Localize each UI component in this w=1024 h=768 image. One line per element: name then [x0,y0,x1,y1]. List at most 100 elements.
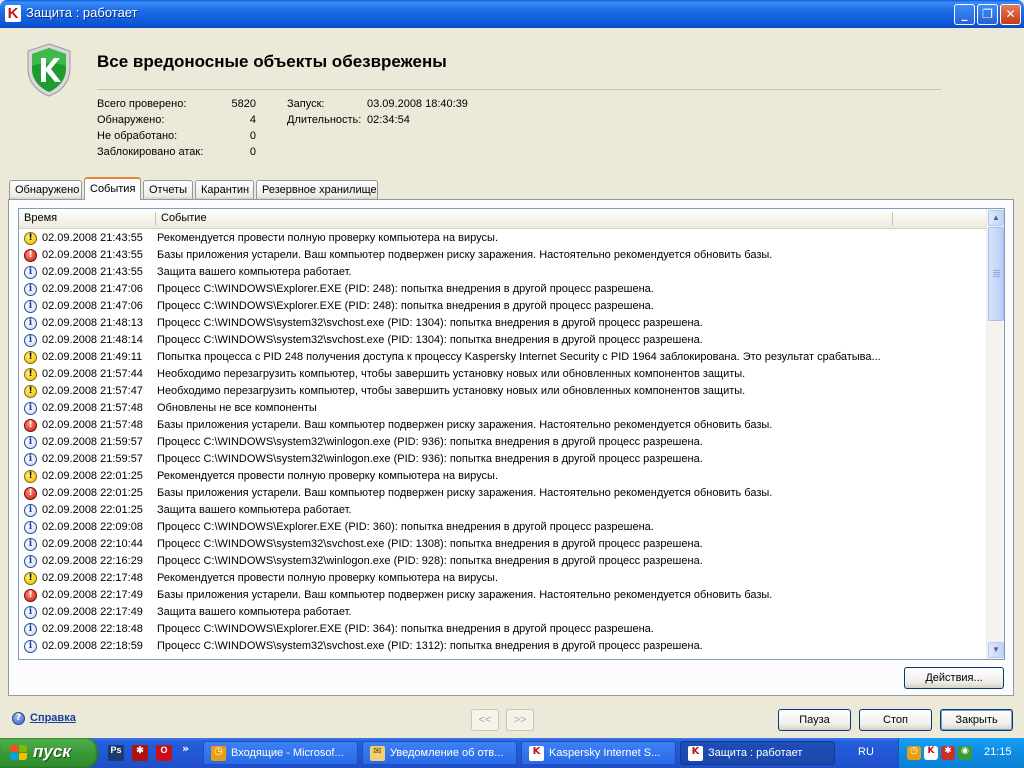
pause-button[interactable]: Пауза [778,709,851,731]
taskbar-button-label: Kaspersky Internet S... [549,747,661,759]
minimize-button[interactable]: _ [954,4,975,25]
clock-tray-icon[interactable]: ◷ [907,746,921,760]
tab-events[interactable]: События [84,177,141,200]
opera-icon[interactable]: O [156,745,172,761]
table-row[interactable]: ! 02.09.2008 22:01:25 Рекомендуется провес… [19,468,986,485]
table-row[interactable]: i 02.09.2008 22:09:08 Процесс C:\WINDOWS\E… [19,519,986,536]
table-row[interactable]: i 02.09.2008 21:47:06 Процесс C:\WINDOWS\E… [19,298,986,315]
column-separator[interactable] [892,212,893,226]
taskbar-button-label: Защита : работает [708,747,803,759]
close-window-button[interactable]: ✕ [1000,4,1021,25]
help-link[interactable]: Справка [30,712,76,724]
table-row[interactable]: i 02.09.2008 22:18:48 Процесс C:\WINDOWS\E… [19,621,986,638]
event-time: 02.09.2008 21:47:06 [42,300,143,312]
kaspersky-tray-icon[interactable]: K [924,746,938,760]
game-icon[interactable]: ✱ [132,745,148,761]
tab-quarantine[interactable]: Карантин [195,180,254,199]
photoshop-icon[interactable]: Ps [108,745,124,761]
error-icon: ! [24,487,37,500]
language-indicator[interactable]: RU [858,746,874,758]
table-row[interactable]: i 02.09.2008 22:17:49 Защита вашего компью… [19,604,986,621]
table-row[interactable]: ! 02.09.2008 21:43:55 Рекомендуется провес… [19,230,986,247]
table-row[interactable]: i 02.09.2008 21:48:13 Процесс C:\WINDOWS\s… [19,315,986,332]
table-row[interactable]: i 02.09.2008 21:57:48 Обновлены не все ко… [19,400,986,417]
event-text: Процесс C:\WINDOWS\system32\svchost.exe … [157,538,703,550]
table-row[interactable]: ! 02.09.2008 22:17:49 Базы приложения уста… [19,587,986,604]
table-row[interactable]: ! 02.09.2008 22:17:48 Рекомендуется провес… [19,570,986,587]
column-header-time[interactable]: Время [19,209,155,228]
help-icon[interactable]: ? [12,712,25,725]
stop-button[interactable]: Стоп [859,709,932,731]
info-icon: i [24,640,37,653]
table-row[interactable]: i 02.09.2008 21:43:55 Защита вашего компью… [19,264,986,281]
table-row[interactable]: ! 02.09.2008 21:57:47 Необходимо перезагру… [19,383,986,400]
vertical-scrollbar[interactable]: ▲ ▼ [986,209,1004,659]
event-text: Обновлены не все компоненты [157,402,317,414]
tab-backup[interactable]: Резервное хранилище [256,180,378,199]
table-row[interactable]: ! 02.09.2008 21:57:48 Базы приложения уста… [19,417,986,434]
taskbar-button[interactable]: ◷ Входящие - Microsof... [203,741,358,765]
table-row[interactable]: i 02.09.2008 22:18:59 Процесс C:\WINDOWS\s… [19,638,986,655]
arrow-up-icon: ▲ [992,213,1000,222]
event-time: 02.09.2008 21:59:57 [42,453,143,465]
events-list[interactable]: Время Событие ! 02.09.2008 21:43:55 Рекоме… [18,208,1005,660]
start-button[interactable]: пуск [0,738,98,768]
network-tray-icon[interactable]: ✱ [941,746,955,760]
info-icon: i [24,453,37,466]
info-icon: i [24,266,37,279]
actions-button[interactable]: Действия... [904,667,1004,689]
table-row[interactable]: ! 02.09.2008 21:57:44 Необходимо перезагру… [19,366,986,383]
error-icon: ! [24,419,37,432]
table-row[interactable]: i 02.09.2008 21:48:14 Процесс C:\WINDOWS\s… [19,332,986,349]
scroll-up-button[interactable]: ▲ [988,210,1004,226]
table-row[interactable]: i 02.09.2008 22:10:44 Процесс C:\WINDOWS\s… [19,536,986,553]
taskbar-button[interactable]: K Защита : работает [680,741,835,765]
tab-reports[interactable]: Отчеты [143,180,193,199]
table-row[interactable]: i 02.09.2008 21:47:06 Процесс C:\WINDOWS\E… [19,281,986,298]
event-time: 02.09.2008 21:48:13 [42,317,143,329]
taskbar: пуск Ps ✱ O » ◷ Входящие - Microsof... ✉ Увед… [0,738,1024,768]
event-time: 02.09.2008 21:47:06 [42,283,143,295]
taskbar-button[interactable]: ✉ Уведомление об отв... [362,741,517,765]
table-row[interactable]: ! 02.09.2008 21:49:11 Попытка процесса с P… [19,349,986,366]
info-icon: i [24,555,37,568]
table-row[interactable]: i 02.09.2008 21:59:57 Процесс C:\WINDOWS\s… [19,434,986,451]
nvidia-tray-icon[interactable]: ◉ [958,746,972,760]
prev-button[interactable]: << [471,709,499,731]
event-text: Процесс C:\WINDOWS\system32\winlogon.exe… [157,436,703,448]
close-button[interactable]: Закрыть [940,709,1013,731]
event-text: Процесс C:\WINDOWS\system32\svchost.exe … [157,640,703,652]
duration-value: 02:34:54 [367,114,410,126]
event-time: 02.09.2008 21:49:11 [42,351,143,363]
event-time: 02.09.2008 21:48:14 [42,334,143,346]
table-row[interactable]: i 02.09.2008 22:16:29 Процесс C:\WINDOWS\s… [19,553,986,570]
tab-detected[interactable]: Обнаружено [9,180,82,199]
scroll-down-button[interactable]: ▼ [988,642,1004,658]
event-time: 02.09.2008 22:01:25 [42,470,143,482]
info-icon: i [24,521,37,534]
warning-icon: ! [24,470,37,483]
taskbar-button[interactable]: K Kaspersky Internet S... [521,741,676,765]
table-row[interactable]: ! 02.09.2008 21:43:55 Базы приложения уста… [19,247,986,264]
event-text: Базы приложения устарели. Ваш компьютер … [157,589,773,601]
table-row[interactable]: ! 02.09.2008 22:01:25 Базы приложения уста… [19,485,986,502]
scroll-thumb[interactable] [988,227,1004,321]
window-title: Защита : работает [26,5,138,20]
table-row[interactable]: i 02.09.2008 21:59:57 Процесс C:\WINDOWS\s… [19,451,986,468]
table-row[interactable]: i 02.09.2008 22:01:25 Защита вашего компью… [19,502,986,519]
event-text: Процесс C:\WINDOWS\Explorer.EXE (PID: 24… [157,283,654,295]
kaspersky-k-icon[interactable]: K [5,5,21,22]
event-text: Защита вашего компьютера работает. [157,504,352,516]
maximize-button[interactable]: ❐ [977,4,998,25]
title-bar[interactable]: K Защита : работает _ ❐ ✕ [0,0,1024,28]
quick-launch-more[interactable]: » [182,742,189,755]
kaspersky-shield-icon [27,43,71,97]
event-time: 02.09.2008 22:01:25 [42,487,143,499]
column-header-event[interactable]: Событие [156,209,891,228]
event-text: Рекомендуется провести полную проверку к… [157,232,498,244]
event-time: 02.09.2008 22:10:44 [42,538,143,550]
warning-icon: ! [24,368,37,381]
event-time: 02.09.2008 22:17:49 [42,606,143,618]
next-button[interactable]: >> [506,709,534,731]
info-icon: i [24,623,37,636]
